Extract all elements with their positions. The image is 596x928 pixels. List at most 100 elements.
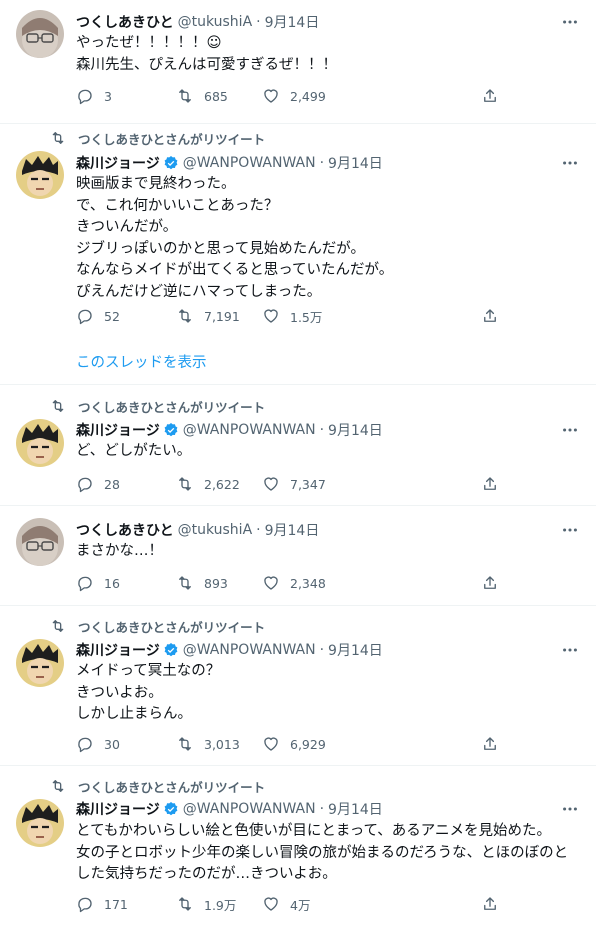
handle[interactable]: @WANPOWANWAN [183,155,316,171]
display-name[interactable]: 森川ジョージ [76,153,160,173]
avatar-morikawa-image [16,799,64,847]
retweet-label[interactable]: つくしあきひとさんがリツイート [78,777,265,796]
tweet-actions: 52 7,191 1.5万 [76,306,506,326]
like-count: 2,348 [290,575,326,591]
tweet-date[interactable]: 9月14日 [265,12,320,32]
display-name[interactable]: 森川ジョージ [76,799,160,819]
tweet[interactable]: つくしあきひと @tukushiA · 9月14日 やったぜ！！！！！☺ 森川先… [0,0,596,124]
reply-button[interactable]: 28 [76,475,120,493]
share-icon [484,309,496,322]
more-horizontal-icon [563,20,577,24]
tweet-header: 森川ジョージ @WANPOWANWAN · 9月14日 [76,640,383,660]
heart-icon [264,309,278,323]
tweet-date[interactable]: 9月14日 [328,420,383,440]
retweet-icon [179,89,191,103]
more-options-button[interactable] [560,520,580,540]
like-button[interactable]: 1.5万 [262,307,322,326]
like-button[interactable]: 6,929 [262,735,326,753]
tweet-text: まさかな…！ [76,543,163,559]
handle[interactable]: @WANPOWANWAN [183,801,316,817]
retweet-label[interactable]: つくしあきひとさんがリツイート [78,397,265,416]
handle[interactable]: @tukushiA [178,14,253,30]
retweet-icon [50,618,66,634]
like-button[interactable]: 4万 [262,895,310,914]
retweet-icon [50,398,66,414]
retweet-button[interactable]: 685 [176,87,228,105]
like-button[interactable]: 7,347 [262,475,326,493]
tweet-header: 森川ジョージ @WANPOWANWAN · 9月14日 [76,799,383,819]
more-horizontal-icon [563,528,577,532]
share-button[interactable] [481,574,499,592]
display-name[interactable]: つくしあきひと [76,520,174,540]
tweet-header: つくしあきひと @tukushiA · 9月14日 [76,12,319,32]
retweet-icon [50,130,66,146]
tweet-text: メイドって冥土なの？ きついよお。 しかし止まらん。 [76,663,221,723]
tweet-text: ど、どしがたい。 [76,443,192,459]
reply-button[interactable]: 16 [76,574,120,592]
tweet[interactable]: つくしあきひとさんがリツイート 森川ジョージ @WANPOWANWAN · 9月… [0,606,596,766]
avatar[interactable] [16,518,64,566]
more-options-button[interactable] [560,12,580,32]
tweet-header: つくしあきひと @tukushiA · 9月14日 [76,520,319,540]
retweet-button[interactable]: 1.9万 [176,895,236,914]
more-options-button[interactable] [560,153,580,173]
display-name[interactable]: 森川ジョージ [76,640,160,660]
more-options-button[interactable] [560,420,580,440]
share-button[interactable] [481,735,499,753]
share-button[interactable] [481,475,499,493]
separator-dot: · [319,422,325,438]
like-button[interactable]: 2,348 [262,574,326,592]
handle[interactable]: @WANPOWANWAN [183,422,316,438]
reply-icon [78,897,92,913]
retweet-button[interactable]: 7,191 [176,307,240,325]
avatar[interactable] [16,10,64,58]
retweet-icon [179,477,191,491]
share-button[interactable] [481,307,499,325]
tweet-date[interactable]: 9月14日 [328,153,383,173]
verified-badge-icon [163,642,179,658]
retweet-icon [179,576,191,590]
retweet-label[interactable]: つくしあきひとさんがリツイート [78,129,265,148]
retweet-button[interactable]: 2,622 [176,475,240,493]
reply-button[interactable]: 52 [76,307,120,325]
share-button[interactable] [481,895,499,913]
avatar-morikawa-image [16,419,64,467]
tweet-text: 映画版まで見終わった。 で、これ何かいいことあった？ きついんだが。 ジブリっぽ… [76,176,394,300]
tweet-date[interactable]: 9月14日 [328,799,383,819]
more-options-button[interactable] [560,799,580,819]
display-name[interactable]: 森川ジョージ [76,420,160,440]
tweet-date[interactable]: 9月14日 [265,520,320,540]
avatar[interactable] [16,799,64,847]
tweet[interactable]: つくしあきひとさんがリツイート 森川ジョージ @WANPOWANWAN · 9月… [0,385,596,506]
retweet-label[interactable]: つくしあきひとさんがリツイート [78,617,265,636]
like-button[interactable]: 2,499 [262,87,326,105]
verified-badge-icon [163,801,179,817]
tweet-actions: 171 1.9万 4万 [76,894,506,914]
reply-button[interactable]: 3 [76,87,112,105]
avatar[interactable] [16,419,64,467]
display-name[interactable]: つくしあきひと [76,12,174,32]
retweet-count: 685 [204,88,228,104]
tweet-date[interactable]: 9月14日 [328,640,383,660]
handle[interactable]: @WANPOWANWAN [183,642,316,658]
retweet-button[interactable]: 893 [176,574,228,592]
separator-dot: · [256,522,261,538]
reply-count: 16 [104,575,120,591]
tweet[interactable]: つくしあきひとさんがリツイート 森川ジョージ @WANPOWANWAN · 9月… [0,766,596,928]
reply-button[interactable]: 30 [76,735,120,753]
retweet-count: 7,191 [204,308,240,324]
share-button[interactable] [481,87,499,105]
retweet-count: 2,622 [204,476,240,492]
tweet-actions: 3 685 2,499 [76,86,506,106]
more-options-button[interactable] [560,640,580,660]
reply-button[interactable]: 171 [76,895,128,913]
handle[interactable]: @tukushiA [178,522,253,538]
tweet[interactable]: つくしあきひと @tukushiA · 9月14日 まさかな…！ 16 893 … [0,506,596,606]
avatar[interactable] [16,151,64,199]
retweet-button[interactable]: 3,013 [176,735,240,753]
reply-count: 28 [104,476,120,492]
avatar[interactable] [16,639,64,687]
retweet-count: 1.9万 [204,897,237,913]
tweet[interactable]: つくしあきひとさんがリツイート 森川ジョージ @WANPOWANWAN · 9月… [0,124,596,385]
show-thread-link[interactable]: このスレッドを表示 [76,351,207,372]
